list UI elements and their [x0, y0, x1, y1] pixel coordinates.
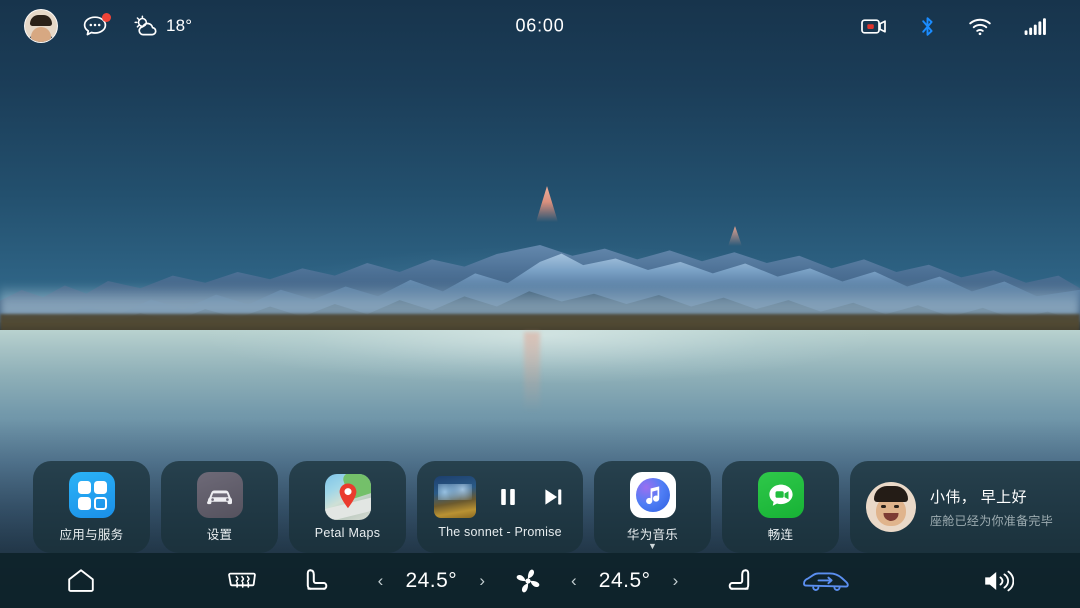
app-huawei-music[interactable]: 华为音乐 ▼	[594, 461, 711, 553]
air-recirculation-icon	[801, 567, 853, 595]
temp-left-decrease-button[interactable]: ‹	[375, 568, 387, 593]
app-apps-and-services[interactable]: 应用与服务	[33, 461, 150, 553]
volume-icon	[982, 567, 1014, 595]
fan-icon	[514, 567, 542, 595]
assistant-greeting: 小伟， 早上好	[930, 488, 1027, 506]
bluetooth-icon[interactable]	[919, 15, 936, 38]
temp-left-increase-button[interactable]: ›	[476, 568, 488, 593]
app-label: 华为音乐	[626, 527, 679, 542]
app-settings[interactable]: 设置	[161, 461, 278, 553]
app-label: 畅连	[767, 527, 794, 542]
rear-defrost-icon	[225, 567, 259, 594]
seat-heat-right-button[interactable]	[725, 553, 755, 608]
dashcam-icon[interactable]	[861, 17, 887, 36]
assistant-avatar-eye-right	[894, 505, 899, 508]
fan-button[interactable]	[514, 553, 542, 608]
temperature-left-value[interactable]: 24.5°	[396, 569, 466, 593]
next-track-button[interactable]	[540, 484, 566, 510]
avatar-hair	[30, 15, 52, 27]
chevron-down-icon[interactable]: ▼	[648, 542, 657, 551]
app-label: Petal Maps	[314, 526, 381, 540]
status-bar-left-group: 18°	[24, 9, 192, 43]
album-art-thumbnail	[434, 475, 476, 518]
weather-widget[interactable]: 18°	[134, 15, 192, 38]
assistant-greeting-card[interactable]: 小伟， 早上好 座舱已经为你准备完毕	[850, 461, 1080, 553]
apps-grid-icon	[68, 471, 115, 518]
temperature-left-group: ‹ 24.5° ›	[375, 553, 488, 608]
home-icon	[66, 567, 96, 594]
volume-button[interactable]	[982, 553, 1014, 608]
weather-temperature: 18°	[166, 16, 193, 35]
seat-heat-left-button[interactable]	[301, 553, 331, 608]
avatar-face	[31, 27, 51, 42]
app-label: 应用与服务	[59, 527, 124, 542]
map-pin-icon	[324, 474, 371, 520]
temperature-right-value[interactable]: 24.5°	[590, 569, 660, 593]
messages-unread-badge	[102, 13, 111, 22]
home-button[interactable]	[66, 553, 96, 608]
rear-defrost-button[interactable]	[225, 553, 259, 608]
pause-button[interactable]	[495, 484, 521, 510]
music-note-icon	[629, 471, 676, 518]
assistant-subtitle: 座舱已经为你准备完毕	[930, 513, 1054, 528]
cellular-signal-icon[interactable]	[1024, 17, 1048, 36]
map-pin-marker	[337, 482, 359, 510]
temp-right-increase-button[interactable]: ›	[670, 568, 682, 593]
app-label: 设置	[206, 527, 233, 542]
apps-grid-square-4	[93, 496, 107, 510]
partly-cloudy-icon	[134, 15, 159, 38]
car-front-icon	[196, 471, 243, 518]
assistant-user-avatar	[866, 482, 916, 532]
music-orb	[635, 477, 670, 512]
apps-grid-square-3	[77, 496, 91, 510]
seat-heat-left-icon	[301, 566, 331, 596]
air-recirculation-button[interactable]	[801, 553, 853, 608]
temp-right-decrease-button[interactable]: ‹	[568, 568, 580, 593]
status-bar: 18° 06:00	[0, 0, 1080, 52]
messages-button[interactable]	[82, 13, 111, 38]
player-controls-row	[434, 475, 566, 518]
temperature-right-group: ‹ 24.5° ›	[568, 553, 681, 608]
wifi-icon[interactable]	[968, 17, 992, 36]
assistant-avatar-eye-left	[881, 505, 886, 508]
assistant-avatar-hair	[874, 486, 908, 502]
app-meetime[interactable]: 畅连	[722, 461, 839, 553]
player-track-title: The sonnet - Promise	[438, 524, 562, 539]
lake-reflection	[524, 332, 540, 412]
apps-grid-square-2	[93, 480, 107, 494]
apps-grid-square-1	[77, 480, 91, 494]
status-bar-right-group	[861, 15, 1048, 38]
video-chat-icon	[757, 471, 804, 518]
assistant-text-block: 小伟， 早上好 座舱已经为你准备完毕	[930, 486, 1053, 529]
infotainment-home-screen: 18° 06:00 应用与服务 设置 Petal Maps The sonnet…	[0, 0, 1080, 608]
user-avatar[interactable]	[24, 9, 58, 43]
app-dock: 应用与服务 设置 Petal Maps The sonnet - Promise…	[0, 461, 1080, 553]
climate-control-bar: ‹ 24.5° › ‹ 24.5° ›	[0, 553, 1080, 608]
app-petal-maps[interactable]: Petal Maps	[289, 461, 406, 553]
music-player-widget[interactable]: The sonnet - Promise	[417, 461, 583, 553]
lake-sheen	[0, 330, 1080, 420]
seat-heat-right-icon	[725, 566, 755, 596]
